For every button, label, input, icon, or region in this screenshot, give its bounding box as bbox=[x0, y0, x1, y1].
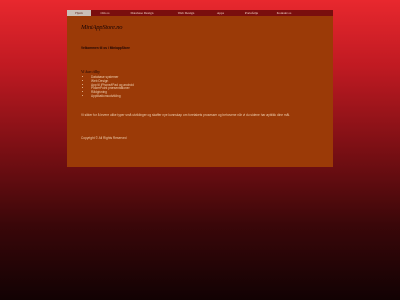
top-navigation: Hjem Om os Database Design Web Design Ap… bbox=[67, 10, 333, 16]
copyright-text: Copyright © All Rights Reserved bbox=[81, 136, 127, 140]
site-logo[interactable]: MiniAppStore.no bbox=[81, 24, 123, 31]
nav-item-hjem[interactable]: Hjem bbox=[67, 10, 91, 16]
intro-paragraph: Vi sikter for å levere ulike typer små u… bbox=[81, 113, 290, 117]
nav-item-om-os[interactable]: Om os bbox=[91, 10, 119, 16]
nav-item-kontakt-os[interactable]: Kontakt os bbox=[269, 10, 299, 16]
content-panel: Hjem Om os Database Design Web Design Ap… bbox=[67, 10, 333, 167]
list-item: Applikationsudvikling bbox=[91, 94, 134, 99]
services-list: Database systemer Web Design App til iPh… bbox=[87, 75, 134, 99]
services-heading: Vi kan tilby bbox=[81, 69, 100, 74]
nav-item-database-design[interactable]: Database Design bbox=[119, 10, 165, 16]
nav-item-apps[interactable]: Apps bbox=[207, 10, 234, 16]
nav-item-web-design[interactable]: Web Design bbox=[165, 10, 207, 16]
welcome-text: Velkommen til os i MiniappStore bbox=[81, 46, 130, 50]
nav-item-portefolje[interactable]: Portefølje bbox=[234, 10, 269, 16]
